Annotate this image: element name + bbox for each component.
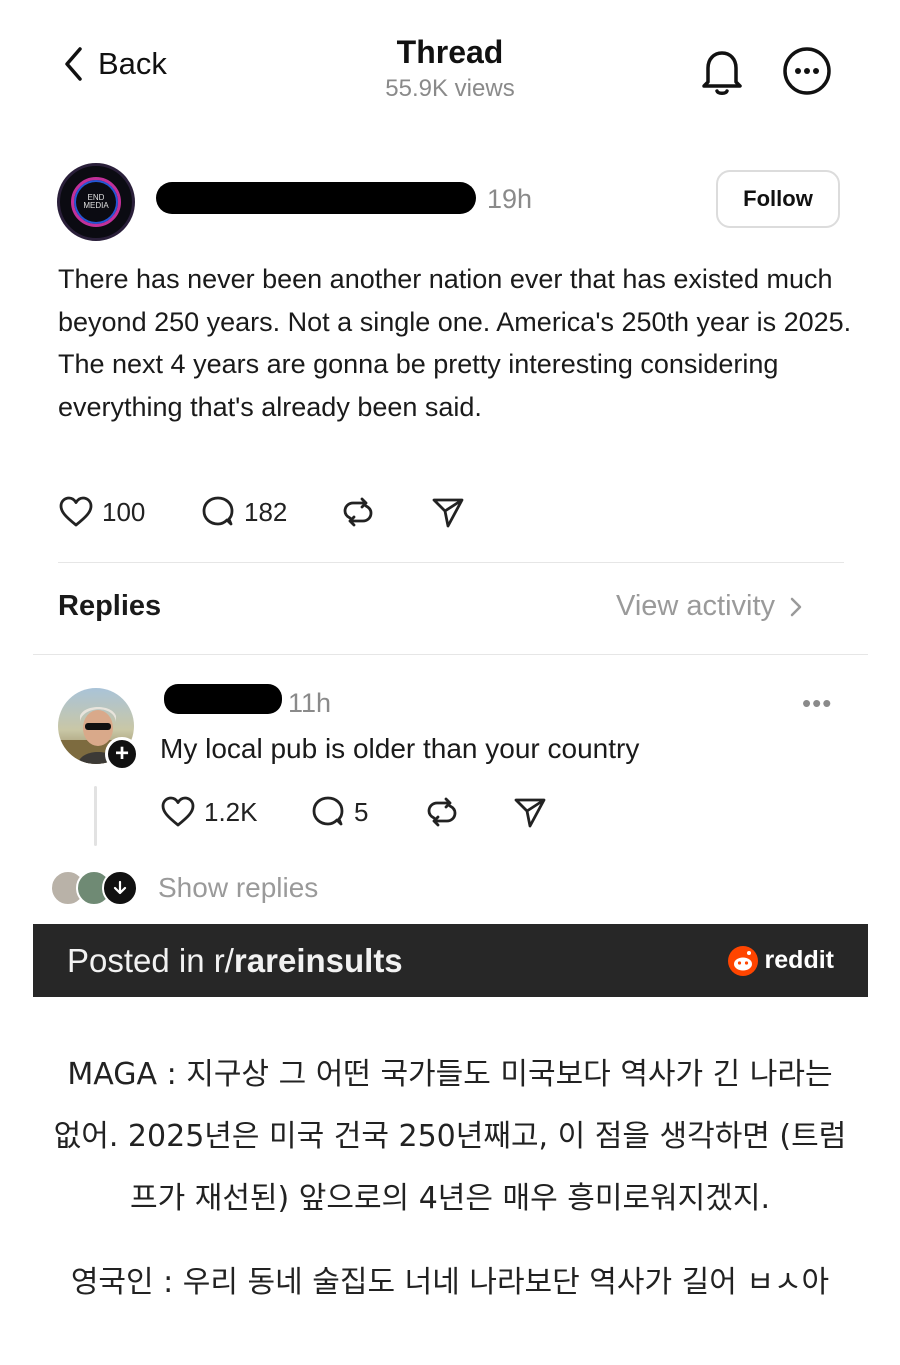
back-button[interactable]: Back xyxy=(62,46,167,82)
repost-icon xyxy=(343,497,373,527)
more-options-button[interactable] xyxy=(780,44,834,98)
caption-line: 없어. 2025년은 미국 건국 250년째고, 이 점을 생각하면 (트럼 xyxy=(53,1119,847,1154)
chevron-right-icon xyxy=(790,597,802,616)
reply-more-button[interactable]: ••• xyxy=(802,688,832,719)
reddit-icon xyxy=(727,945,758,976)
view-count: 55.9K views xyxy=(385,75,515,102)
reply-repost-button[interactable] xyxy=(424,794,460,830)
chevron-left-icon xyxy=(65,47,82,81)
expand-replies-icon[interactable] xyxy=(102,870,138,906)
reddit-logo: reddit xyxy=(727,945,834,977)
caption-line: MAGA : 지구상 그 어떤 국가들도 미국보다 역사가 긴 나라는 xyxy=(67,1057,833,1092)
show-replies-link[interactable]: Show replies xyxy=(158,872,318,904)
repost-button[interactable] xyxy=(340,494,376,530)
send-icon xyxy=(432,498,464,528)
divider xyxy=(33,654,868,655)
comment-icon xyxy=(202,496,234,526)
send-icon xyxy=(514,798,546,828)
follow-plus-badge[interactable]: + xyxy=(105,737,139,771)
notification-bell-button[interactable] xyxy=(695,44,749,98)
post-author-avatar[interactable]: END MEDIA xyxy=(57,163,135,241)
posted-in-text: Posted in r/rareinsults xyxy=(67,942,403,980)
post-timestamp: 19h xyxy=(487,184,533,214)
reply-comment-button[interactable]: 5 xyxy=(310,794,368,830)
page-title: Thread xyxy=(396,34,504,70)
redacted-reply-username xyxy=(164,684,282,714)
share-button[interactable] xyxy=(430,494,466,530)
reply-comment-count: 5 xyxy=(354,796,369,827)
avatar-logo-text: END MEDIA xyxy=(83,193,109,210)
comment-button[interactable]: 182 xyxy=(200,494,287,530)
posted-in-prefix: Posted in r/ xyxy=(67,941,234,979)
more-circle-icon xyxy=(783,47,831,95)
redacted-username xyxy=(156,182,476,214)
reply-like-button[interactable]: 1.2K xyxy=(160,794,258,830)
subreddit-name: rareinsults xyxy=(233,941,403,979)
avatar-logo: END MEDIA xyxy=(71,177,121,227)
view-activity-label: View activity xyxy=(616,590,776,622)
reply-share-button[interactable] xyxy=(512,794,548,830)
reply-timestamp: 11h xyxy=(288,688,332,718)
back-label: Back xyxy=(98,46,167,81)
caption-line: 영국인 : 우리 동네 술집도 너네 나라보단 역사가 길어 ㅂㅅ아 xyxy=(70,1265,830,1300)
thread-connector-line xyxy=(94,786,97,846)
reply-like-count: 1.2K xyxy=(204,796,258,827)
view-activity-link[interactable]: View activity xyxy=(616,590,803,623)
heart-icon xyxy=(161,796,195,827)
replier-avatars xyxy=(50,870,138,906)
comment-count: 182 xyxy=(244,496,288,527)
reply-text: My local pub is older than your country xyxy=(160,733,640,764)
like-count: 100 xyxy=(102,496,146,527)
header-title-block: Thread 55.9K views xyxy=(300,34,600,103)
like-button[interactable]: 100 xyxy=(58,494,145,530)
heart-icon xyxy=(59,496,93,527)
follow-button[interactable]: Follow xyxy=(716,170,840,228)
post-text: There has never been another nation ever… xyxy=(58,264,852,422)
divider xyxy=(58,562,844,563)
caption-line: 프가 재선된) 앞으로의 4년은 매우 흥미로워지겠지. xyxy=(129,1181,770,1216)
reddit-wordmark: reddit xyxy=(764,946,834,974)
replies-heading: Replies xyxy=(58,590,162,622)
comment-icon xyxy=(312,796,344,826)
repost-icon xyxy=(427,797,457,827)
bell-icon xyxy=(702,51,742,95)
posted-in-banner: Posted in r/rareinsults reddit xyxy=(33,924,868,997)
